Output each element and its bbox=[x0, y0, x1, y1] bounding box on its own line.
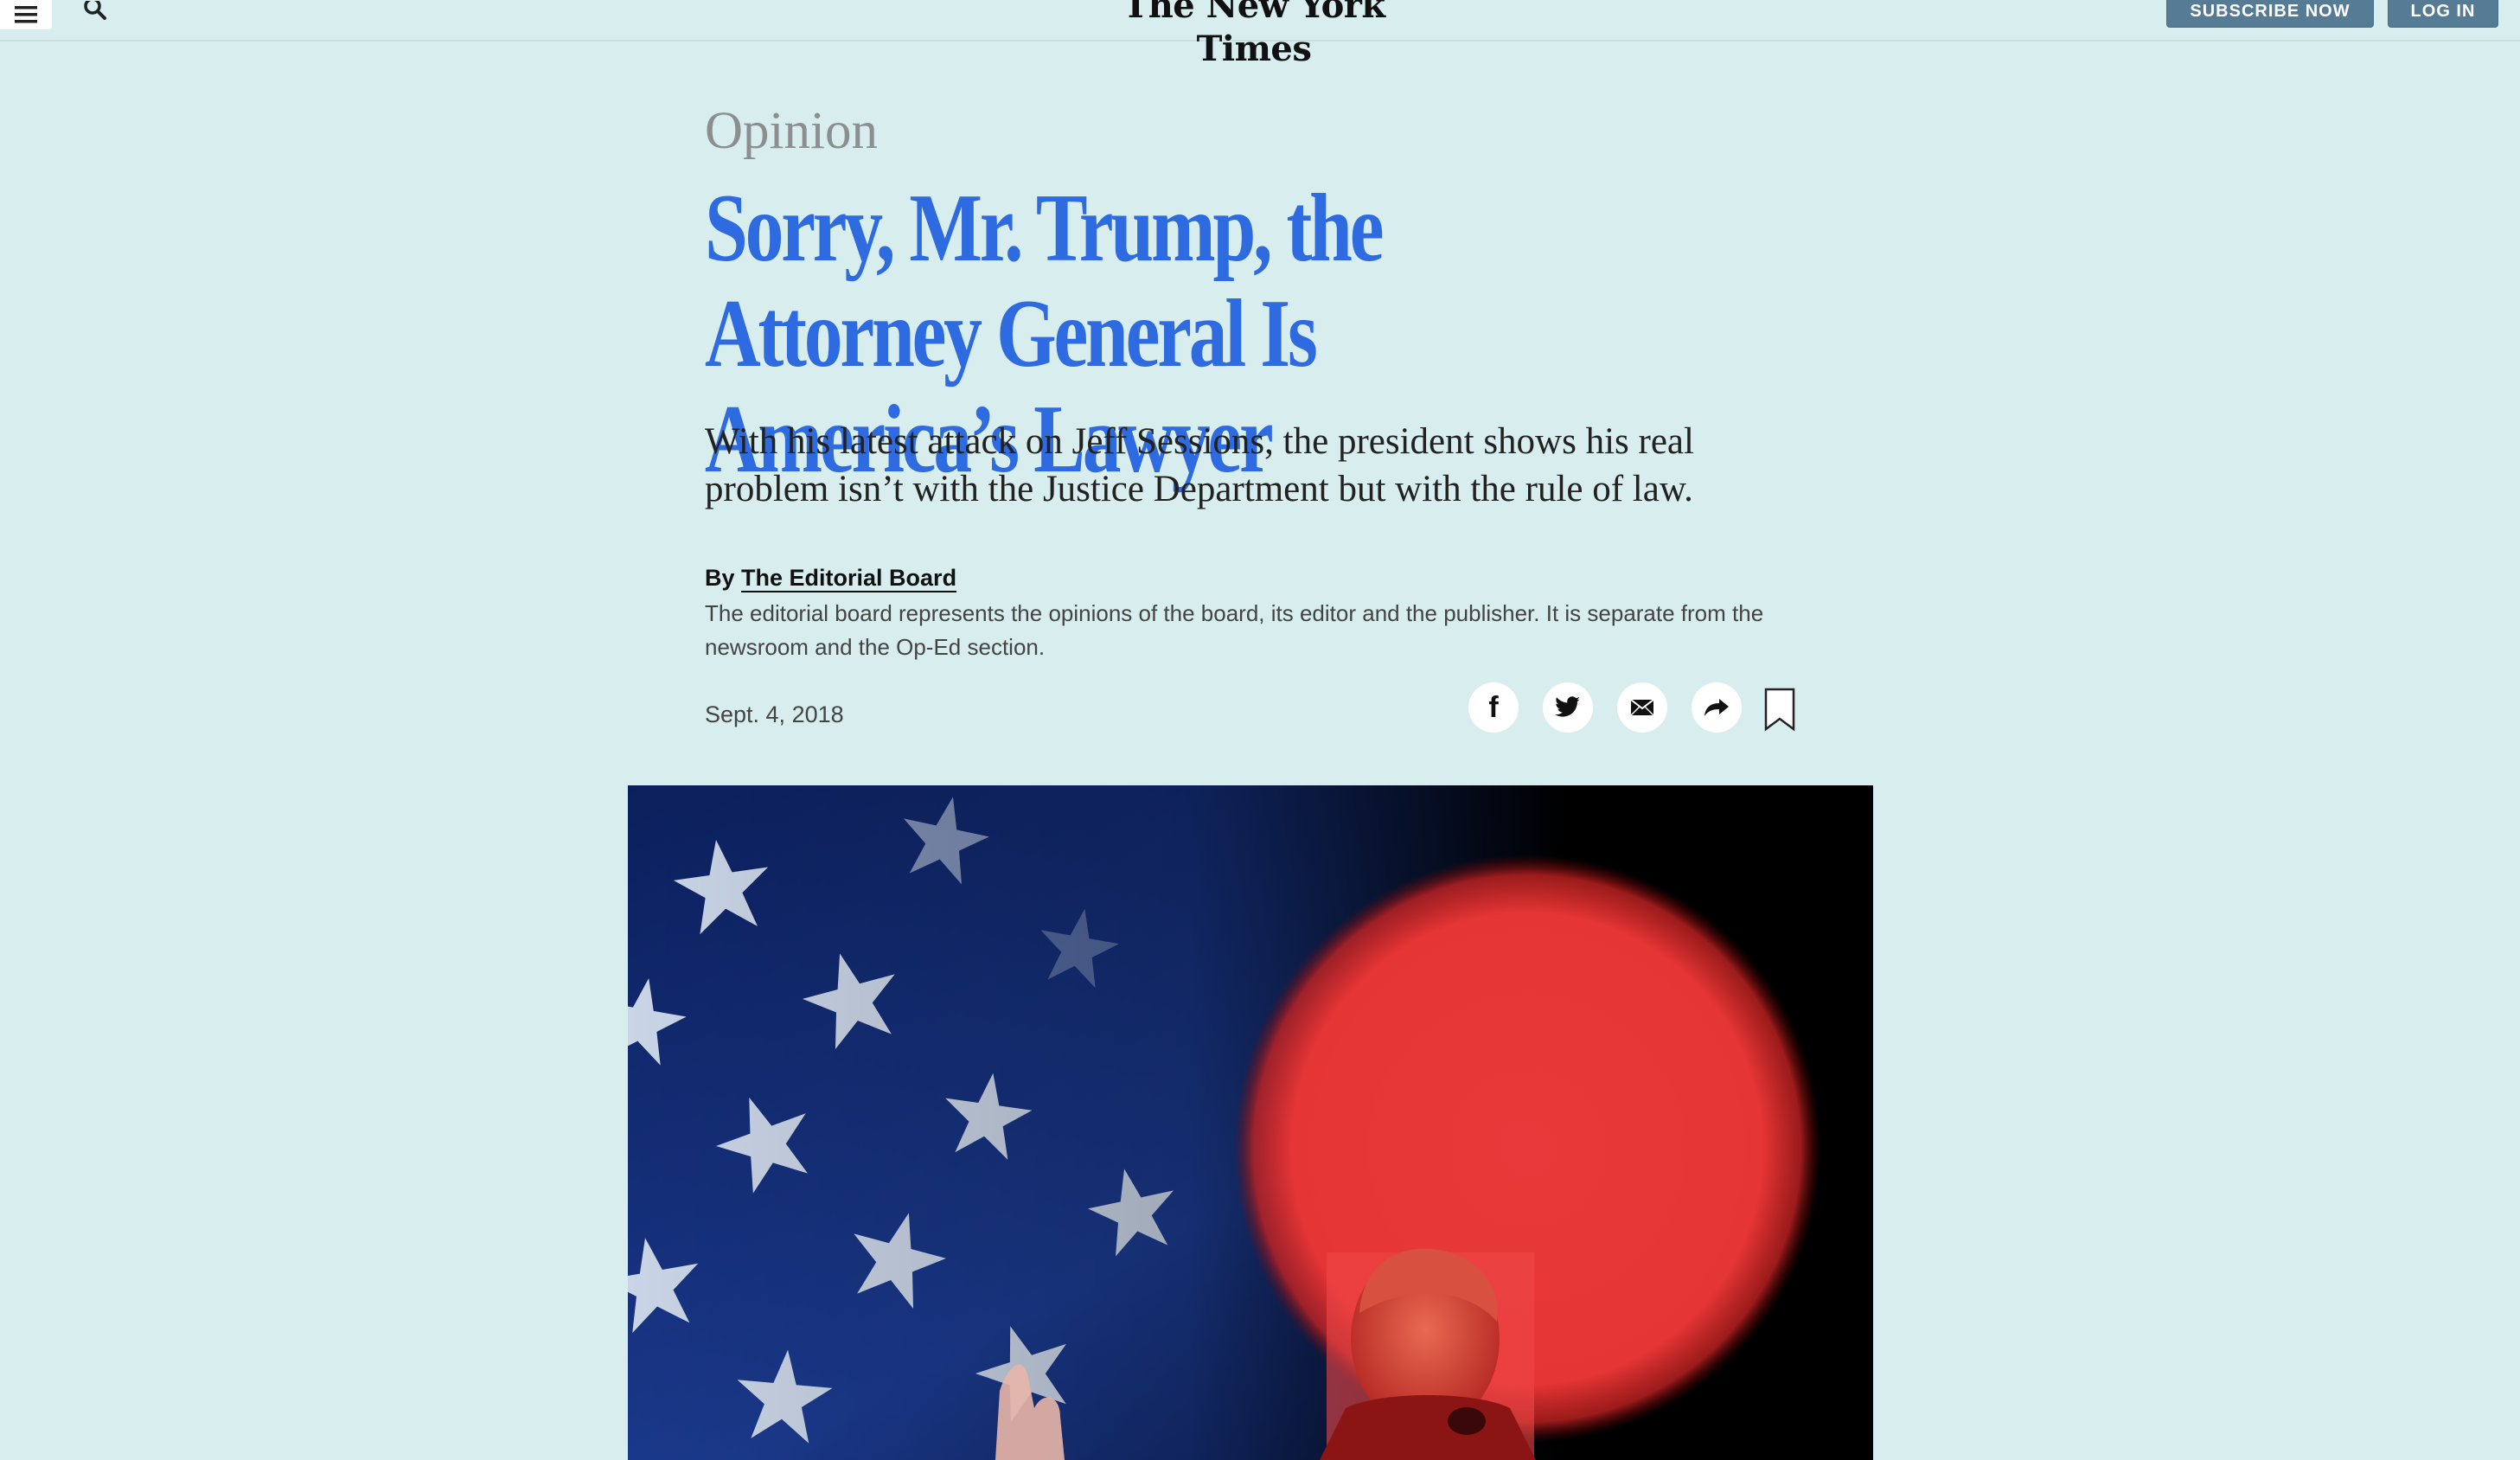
facebook-icon: f bbox=[1488, 691, 1499, 724]
masthead-logo[interactable]: The New York Times bbox=[1072, 0, 1436, 71]
share-more-button[interactable] bbox=[1692, 682, 1742, 733]
twitter-icon bbox=[1555, 696, 1580, 717]
hamburger-menu-icon bbox=[15, 6, 37, 23]
byline: By The Editorial Board bbox=[705, 562, 957, 593]
top-navigation-bar: The New York Times SUBSCRIBE NOW LOG IN bbox=[0, 0, 2520, 69]
section-label[interactable]: Opinion bbox=[705, 93, 878, 170]
byline-prefix: By bbox=[705, 565, 735, 591]
email-icon bbox=[1630, 699, 1654, 716]
login-button[interactable]: LOG IN bbox=[2388, 0, 2498, 28]
share-email-button[interactable] bbox=[1617, 682, 1667, 733]
publish-date: Sept. 4, 2018 bbox=[705, 701, 844, 727]
hero-photo-illustration bbox=[628, 785, 1873, 1460]
share-icon bbox=[1705, 699, 1729, 716]
byline-description: The editorial board represents the opini… bbox=[705, 600, 1764, 660]
search-icon bbox=[84, 1, 106, 20]
article-summary: With his latest attack on Jeff Sessions,… bbox=[705, 421, 1694, 509]
byline-author-link[interactable]: The Editorial Board bbox=[741, 565, 957, 592]
share-twitter-button[interactable] bbox=[1543, 682, 1593, 733]
search-button[interactable] bbox=[76, 0, 114, 22]
menu-button[interactable] bbox=[0, 0, 52, 29]
share-facebook-button[interactable]: f bbox=[1468, 682, 1519, 733]
bookmark-icon[interactable] bbox=[1764, 688, 1795, 733]
hero-image bbox=[628, 785, 1873, 1460]
subscribe-button[interactable]: SUBSCRIBE NOW bbox=[2166, 0, 2374, 28]
